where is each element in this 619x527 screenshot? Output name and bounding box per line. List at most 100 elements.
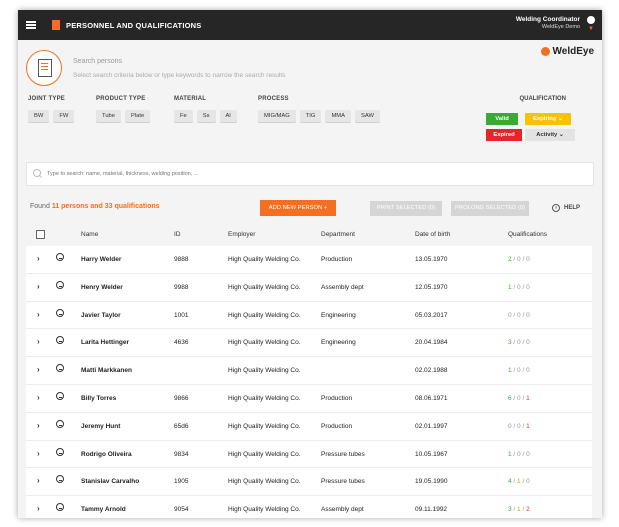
cell-name[interactable]: Billy Torres	[81, 395, 116, 402]
hamburger-menu-icon[interactable]	[26, 21, 36, 29]
table-row[interactable]: › Tammy Arnold 9054 High Quality Welding Co…	[26, 496, 592, 518]
qual-expired-count: 0	[526, 367, 530, 375]
chip-ss[interactable]: Ss	[196, 110, 216, 122]
cell-name[interactable]: Javier Taylor	[81, 312, 121, 319]
filter-label: PROCESS	[258, 96, 289, 102]
found-count: 11 persons and 33 qualifications	[51, 203, 160, 210]
chip-saw[interactable]: SAW	[354, 110, 380, 122]
filter-label: PRODUCT TYPE	[96, 96, 146, 102]
search-title: Search persons	[73, 58, 123, 65]
table-row[interactable]: › Javier Taylor 1001 High Quality Welding C…	[26, 301, 592, 330]
valid-filter-button[interactable]: Valid	[486, 113, 518, 125]
cell-date-of-birth: 08.06.1971	[415, 394, 448, 402]
add-new-person-button[interactable]: ADD NEW PERSON +	[260, 200, 336, 216]
cell-id: 9834	[174, 450, 189, 458]
cell-qualifications: 3 / 1 / 2	[508, 506, 530, 513]
help-button[interactable]: ? HELP	[552, 204, 580, 212]
expand-chevron-icon[interactable]: ›	[37, 282, 40, 291]
cell-name[interactable]: Henry Welder	[81, 284, 123, 291]
cell-id: 9888	[174, 256, 189, 263]
table-header: Name ID Employer Department Date of birt…	[26, 224, 592, 246]
table-row[interactable]: › Billy Torres 9866 High Quality Welding Co…	[26, 384, 592, 413]
filter-label: JOINT TYPE	[28, 96, 66, 102]
user-org: WeldEye Demo	[541, 24, 580, 30]
qual-expired-count: 0	[526, 450, 530, 458]
expand-chevron-icon[interactable]: ›	[37, 254, 40, 263]
chip-mma[interactable]: MMA	[325, 110, 351, 122]
expand-chevron-icon[interactable]: ›	[37, 449, 40, 458]
qual-expired-count: 0	[526, 283, 530, 291]
cell-name[interactable]: Harry Welder	[81, 256, 121, 263]
cell-name[interactable]: Larita Hettinger	[81, 339, 129, 346]
table-row[interactable]: › Jeremy Hunt 65d6 High Quality Welding Co.…	[26, 412, 592, 441]
cell-id: 9866	[174, 394, 189, 402]
cell-department: Production	[321, 256, 353, 263]
user-menu[interactable]: Welding Coordinator WeldEye Demo	[516, 16, 580, 30]
qual-expired-count: 1	[526, 394, 530, 402]
user-avatar-icon[interactable]	[587, 16, 595, 24]
chip-tig[interactable]: TIG	[299, 110, 322, 122]
help-icon: ?	[552, 204, 560, 212]
table-row[interactable]: › Matti Markkanen High Quality Welding Co.…	[26, 357, 592, 385]
chevron-down-icon: ⌄	[557, 116, 563, 122]
cell-date-of-birth: 13.05.1970	[415, 256, 448, 263]
results-summary: Found 11 persons and 33 qualifications	[30, 203, 160, 210]
table-row[interactable]: › Rodrigo Oliveira 9834 High Quality Weldin…	[26, 440, 592, 469]
search-input[interactable]	[45, 167, 569, 181]
expiring-filter-button[interactable]: Expiring ⌄	[525, 113, 571, 125]
expand-chevron-icon[interactable]: ›	[37, 421, 40, 430]
chip-tube[interactable]: Tube	[96, 110, 121, 122]
table-row[interactable]: › Larita Hettinger 4636 High Quality Weldin…	[26, 329, 592, 358]
prolong-selected-button[interactable]: PROLONG SELECTED (0)	[451, 201, 529, 216]
expand-chevron-icon[interactable]: ›	[37, 504, 40, 513]
table-row[interactable]: › Stanislav Carvalho 1905 High Quality Weld…	[26, 468, 592, 497]
cell-date-of-birth: 09.11.1992	[415, 506, 448, 514]
chevron-down-icon: ⌄	[558, 132, 564, 138]
chip-bw[interactable]: BW	[28, 110, 50, 122]
expired-filter-button[interactable]: Expired	[486, 129, 522, 141]
table-body: › Harry Welder 9888 High Quality Welding Co…	[26, 246, 592, 518]
chevron-down-icon[interactable]: ▼	[588, 26, 594, 32]
column-header-department[interactable]: Department	[321, 231, 355, 238]
chip-fe[interactable]: Fe	[174, 110, 193, 122]
cell-department: Engineering	[321, 339, 356, 347]
expand-chevron-icon[interactable]: ›	[37, 393, 40, 402]
expand-chevron-icon[interactable]: ›	[37, 337, 40, 346]
cell-name[interactable]: Stanislav Carvalho	[81, 478, 139, 485]
chip-plate[interactable]: Plate	[125, 110, 151, 122]
expand-chevron-icon[interactable]: ›	[37, 365, 40, 374]
cell-name[interactable]: Tammy Arnold	[81, 506, 126, 513]
qual-expired-count: 0	[526, 478, 530, 486]
cell-name[interactable]: Matti Markkanen	[81, 367, 132, 374]
activity-dropdown[interactable]: Activity ⌄	[525, 129, 575, 141]
person-icon	[56, 419, 64, 428]
table-row[interactable]: › Henry Welder 9988 High Quality Welding Co…	[26, 273, 592, 302]
table-row[interactable]: › Harry Welder 9888 High Quality Welding Co…	[26, 246, 592, 274]
expand-chevron-icon[interactable]: ›	[37, 310, 40, 319]
top-bar: PERSONNEL AND QUALIFICATIONS Welding Coo…	[18, 10, 602, 40]
brand-logo: WeldEye	[540, 46, 594, 57]
column-header-date-of-birth[interactable]: Date of birth	[415, 231, 450, 238]
chip-al[interactable]: Al	[219, 110, 237, 122]
print-selected-button[interactable]: PRINT SELECTED (0)	[370, 201, 442, 216]
select-all-checkbox[interactable]	[36, 230, 45, 239]
expand-chevron-icon[interactable]: ›	[37, 476, 40, 485]
expiring-label: Expiring	[533, 116, 557, 122]
chip-mig-mag[interactable]: MIG/MAG	[258, 110, 296, 122]
cell-qualifications: 1 / 0 / 0	[508, 367, 530, 374]
column-header-employer[interactable]: Employer	[228, 231, 255, 238]
search-header: Search persons Select search criteria be…	[18, 40, 602, 96]
column-header-id[interactable]: ID	[174, 231, 181, 238]
cell-name[interactable]: Jeremy Hunt	[81, 423, 120, 430]
chip-fw[interactable]: FW	[53, 110, 75, 122]
cell-qualifications: 4 / 1 / 0	[508, 478, 530, 485]
search-bar	[26, 162, 594, 186]
filter-label: MATERIAL	[174, 96, 207, 102]
cell-date-of-birth: 19.05.1990	[415, 478, 448, 486]
column-header-name[interactable]: Name	[81, 231, 98, 238]
cell-qualifications: 1 / 0 / 0	[508, 284, 530, 291]
cell-id: 4636	[174, 339, 189, 347]
cell-name[interactable]: Rodrigo Oliveira	[81, 451, 132, 458]
column-header-qualifications[interactable]: Qualifications	[508, 231, 547, 238]
cell-employer: High Quality Welding Co.	[228, 283, 301, 291]
